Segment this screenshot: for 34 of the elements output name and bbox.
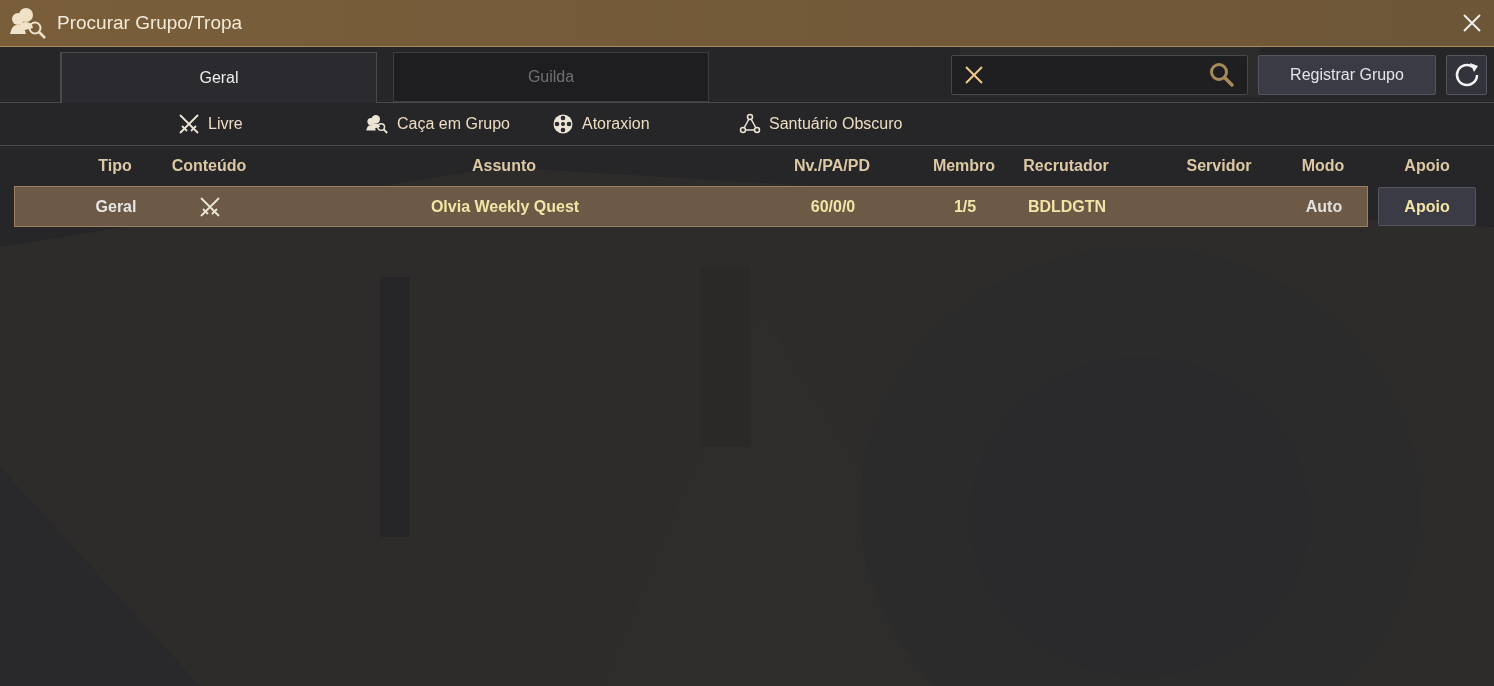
filter-button[interactable]: Livre: [178, 112, 243, 136]
table-row[interactable]: Geral Olvia Weekly Quest 60/0/0 1/5 BDLDGTN Auto: [14, 186, 1368, 227]
refresh-button[interactable]: [1446, 55, 1487, 95]
tab[interactable]: Geral: [61, 52, 377, 103]
table-cell-text: Geral: [95, 196, 137, 217]
crossed-swords-icon: [199, 195, 221, 218]
filter-button[interactable]: Caça em Grupo: [365, 112, 510, 136]
column-header: Assunto: [472, 156, 536, 176]
column-header: Conteúdo: [171, 156, 247, 176]
table-cell-text: Olvia Weekly Quest: [430, 196, 580, 217]
table-cell-text: 60/0/0: [810, 196, 856, 217]
table-cell-text: Auto: [1305, 196, 1343, 217]
column-header: Modo: [1301, 156, 1345, 176]
table-cell-text: BDLDGTN: [1027, 196, 1107, 217]
node-triangle-icon: [739, 113, 761, 135]
table-cell-text: 1/5: [953, 196, 977, 217]
round-emblem-icon: [552, 113, 574, 135]
party-search-icon: [8, 6, 48, 40]
window-title: Procurar Grupo/Tropa: [57, 10, 243, 35]
search-icon[interactable]: [1209, 62, 1235, 88]
column-header: Tipo: [98, 156, 132, 176]
crossed-swords-icon: [178, 113, 200, 135]
column-header: Servidor: [1186, 156, 1252, 176]
column-header: Nv./PA/PD: [794, 156, 870, 176]
party-search-icon: [365, 113, 389, 135]
register-button[interactable]: Registrar Grupo: [1258, 55, 1436, 95]
filter-button[interactable]: Santuário Obscuro: [739, 112, 903, 136]
filter-button[interactable]: Atoraxion: [552, 112, 650, 136]
column-header: Membro: [932, 156, 996, 176]
support-button[interactable]: Apoio: [1378, 187, 1476, 226]
search-field[interactable]: [951, 55, 1248, 95]
column-header: Apoio: [1404, 156, 1450, 176]
column-header: Recrutador: [1023, 156, 1109, 176]
clear-icon[interactable]: [964, 65, 984, 85]
